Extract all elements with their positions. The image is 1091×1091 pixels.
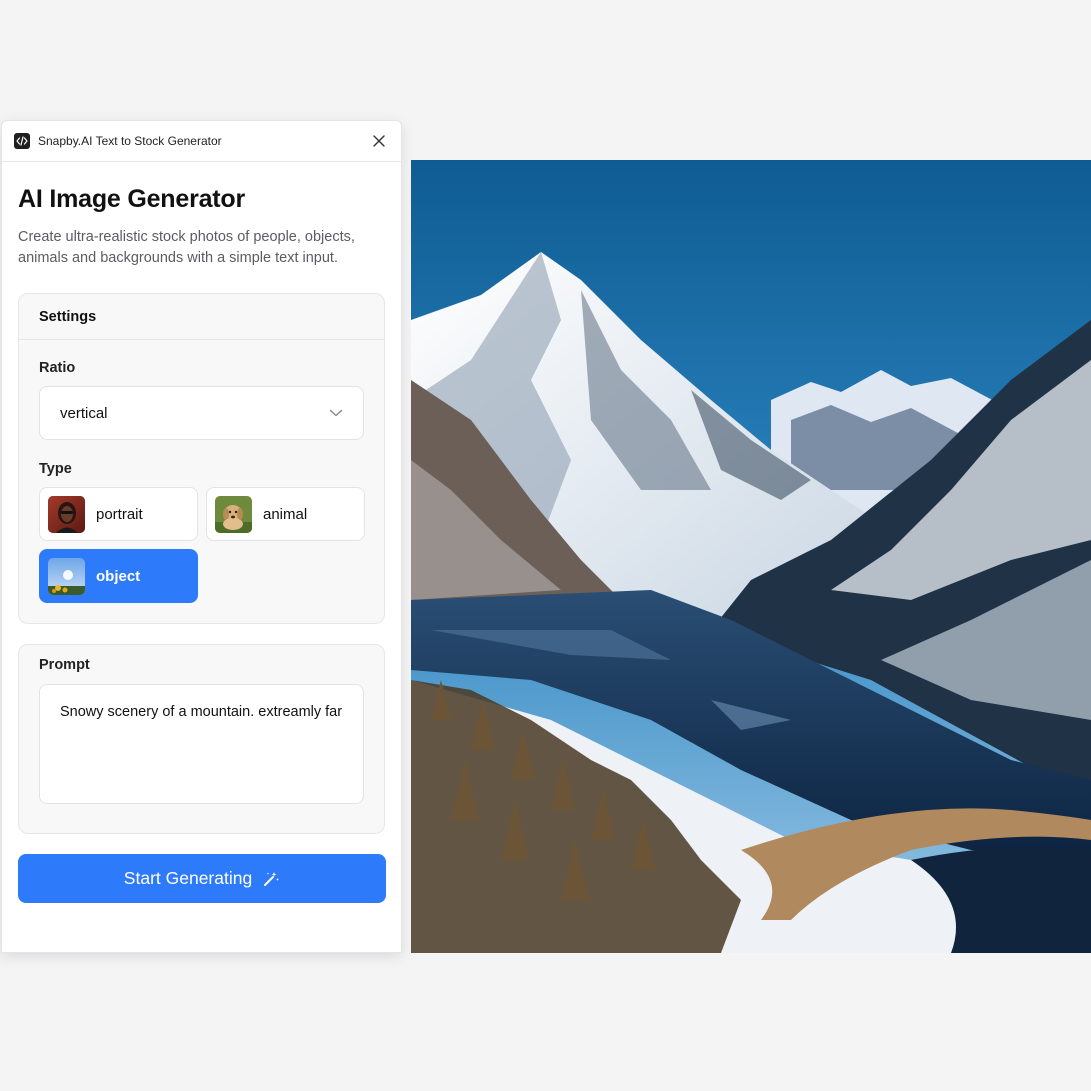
type-label: Type: [39, 461, 72, 477]
animal-thumbnail: [215, 495, 252, 533]
type-option-label: animal: [263, 505, 308, 523]
prompt-input[interactable]: Snowy scenery of a mountain. extreamly f…: [39, 684, 364, 804]
chevron-down-icon: [329, 409, 343, 417]
ratio-value: vertical: [60, 404, 108, 422]
type-option-portrait[interactable]: portrait: [39, 487, 198, 541]
generator-panel: Snapby.AI Text to Stock Generator AI Ima…: [1, 120, 402, 953]
type-option-animal[interactable]: animal: [206, 487, 365, 541]
prompt-card: Prompt Snowy scenery of a mountain. extr…: [18, 644, 385, 834]
window-titlebar: Snapby.AI Text to Stock Generator: [2, 121, 401, 162]
object-thumbnail: [48, 557, 85, 595]
settings-heading: Settings: [19, 294, 384, 340]
code-icon: [14, 133, 30, 149]
type-options: portrait animal object: [39, 487, 365, 603]
type-option-label: portrait: [96, 505, 143, 523]
magic-wand-icon: [262, 870, 280, 888]
generated-image-preview: [411, 160, 1091, 953]
ratio-select[interactable]: vertical: [39, 386, 364, 440]
page-description: Create ultra-realistic stock photos of p…: [18, 229, 355, 266]
close-icon: [373, 135, 385, 147]
type-option-label: object: [96, 567, 141, 585]
type-option-object[interactable]: object: [39, 549, 198, 603]
window-title: Snapby.AI Text to Stock Generator: [38, 134, 222, 148]
page-title: AI Image Generator: [18, 185, 246, 213]
portrait-thumbnail: [48, 495, 85, 533]
close-button[interactable]: [369, 131, 389, 151]
ratio-label: Ratio: [39, 360, 76, 376]
settings-card: Settings Ratio vertical Type portrait an…: [18, 293, 385, 624]
prompt-label: Prompt: [39, 657, 90, 673]
start-generating-button[interactable]: Start Generating: [18, 854, 386, 903]
start-generating-label: Start Generating: [123, 868, 253, 888]
